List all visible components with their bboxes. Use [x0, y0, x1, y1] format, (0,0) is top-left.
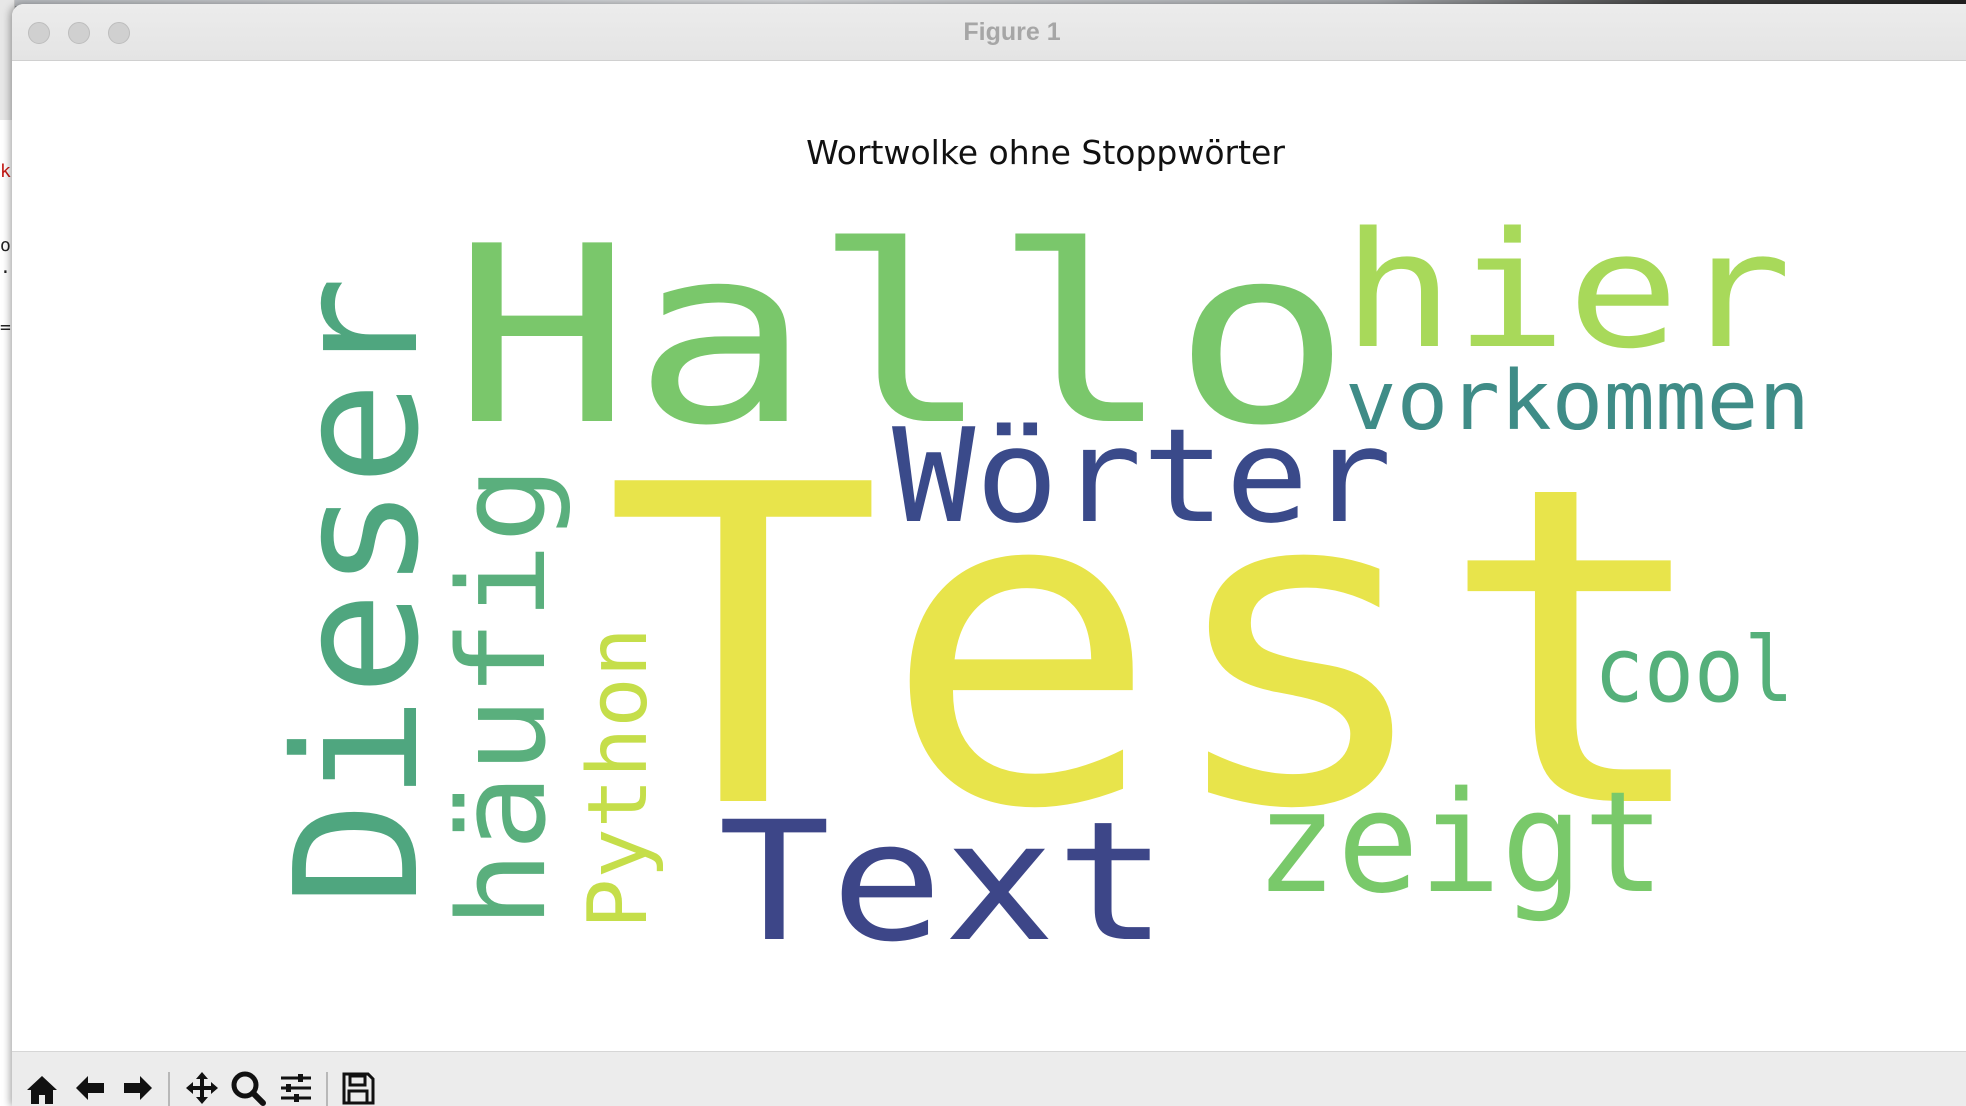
figure-window: Figure 1 Wortwolke ohne Stoppwörter Test… — [12, 4, 1966, 1106]
back-button[interactable] — [70, 1068, 110, 1106]
word-haeufig: häufig — [434, 466, 573, 928]
wordcloud: Test Hallo Dieser hier Wörter vorkommen … — [259, 194, 1810, 978]
forward-button[interactable] — [118, 1068, 158, 1106]
pan-button[interactable] — [182, 1068, 222, 1106]
zoom-icon — [231, 1071, 266, 1106]
word-woerter: Wörter — [892, 400, 1392, 552]
word-dieser: Dieser — [259, 276, 457, 906]
editor-fragment: = — [0, 317, 11, 338]
zoom-button[interactable] — [228, 1068, 268, 1106]
toolbar-separator — [326, 1072, 328, 1106]
window-title: Figure 1 — [963, 18, 1061, 46]
word-cool: cool — [1594, 618, 1794, 723]
word-vorkommen: vorkommen — [1345, 354, 1810, 449]
editor-fragment: o — [0, 235, 11, 256]
configure-subplots-icon — [281, 1074, 311, 1102]
word-python: Python — [571, 627, 666, 929]
window-titlebar[interactable]: Figure 1 — [12, 4, 1966, 61]
back-arrow-icon — [76, 1076, 104, 1100]
home-button[interactable] — [22, 1068, 62, 1106]
pan-icon — [186, 1072, 218, 1104]
editor-fragment: . — [0, 257, 11, 278]
save-button[interactable] — [338, 1068, 378, 1106]
forward-arrow-icon — [124, 1076, 152, 1100]
figure-canvas[interactable]: Wortwolke ohne Stoppwörter Test Hallo Di… — [12, 61, 1966, 1051]
word-zeigt: zeigt — [1255, 762, 1665, 925]
save-icon — [342, 1072, 375, 1105]
configure-subplots-button[interactable] — [276, 1068, 316, 1106]
home-icon — [27, 1076, 57, 1104]
navigation-toolbar — [12, 1051, 1966, 1106]
toolbar-separator — [168, 1072, 170, 1106]
word-text: Text — [718, 786, 1168, 978]
